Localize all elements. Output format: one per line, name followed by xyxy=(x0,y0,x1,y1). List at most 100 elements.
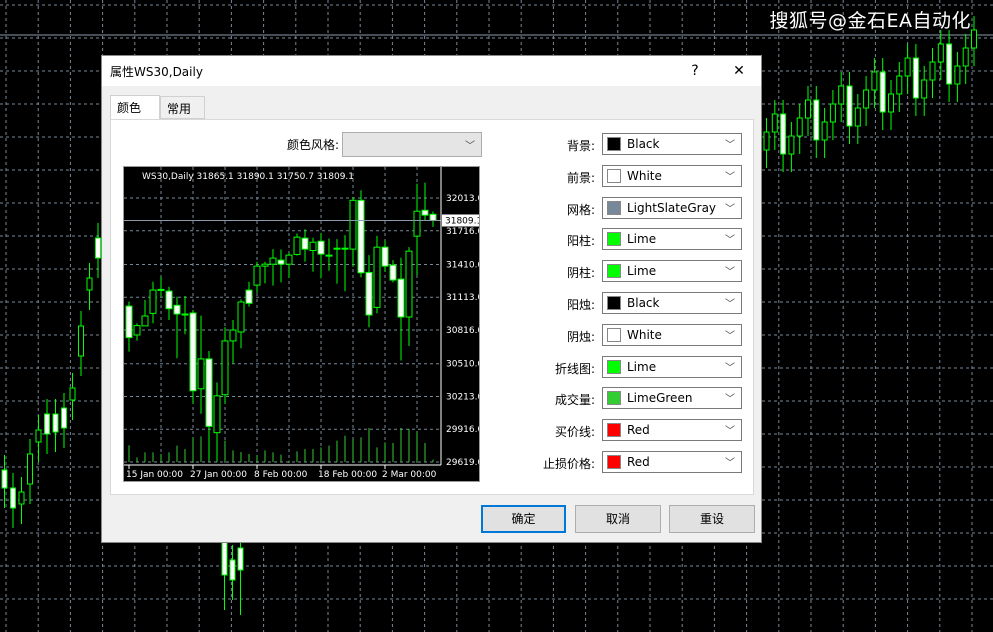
chevron-down-icon: ﹀ xyxy=(725,458,735,469)
color-scheme-select[interactable]: ﹀ xyxy=(342,132,482,157)
candle-body xyxy=(796,117,803,137)
price-tick-label: 30213.0 xyxy=(446,392,479,402)
candle-body xyxy=(389,264,397,281)
candle-body xyxy=(205,358,213,427)
chevron-down-icon: ﹀ xyxy=(725,267,735,279)
candle-body xyxy=(821,121,828,141)
color-select-value: LightSlateGray xyxy=(627,200,717,215)
candle-body xyxy=(261,263,269,267)
color-swatch xyxy=(607,327,621,342)
color-swatch xyxy=(607,264,621,279)
candle-body xyxy=(317,240,325,255)
candle-body xyxy=(405,250,413,318)
candle-body xyxy=(35,429,42,443)
candle-body xyxy=(1,469,8,489)
candle-body xyxy=(52,413,59,433)
candle-body xyxy=(237,547,244,571)
candle-body xyxy=(896,75,903,95)
candle-body xyxy=(301,237,309,250)
color-swatch xyxy=(607,423,621,438)
field-label: 买价线: xyxy=(554,425,595,440)
color-select-value: Red xyxy=(627,423,650,438)
candle-body xyxy=(229,329,237,342)
candle-body xyxy=(221,340,229,396)
watermark: 搜狐号@金石EA自动化 xyxy=(769,10,971,32)
color-select-value: White xyxy=(627,168,662,183)
color-select[interactable]: Lime ﹀ xyxy=(602,228,742,251)
chevron-down-icon: ﹀ xyxy=(725,171,735,183)
field-label: 成交量: xyxy=(554,393,595,408)
color-select[interactable]: White ﹀ xyxy=(602,164,742,187)
chevron-down-icon: ﹀ xyxy=(725,394,735,406)
candle-body xyxy=(937,43,944,63)
candle-body xyxy=(237,301,245,333)
field-label: 网格: xyxy=(566,202,595,217)
color-swatch xyxy=(607,455,621,469)
preview-chart-svg: 32013.0 31716.0 31410.0 31113.0 30816.0 30510… xyxy=(124,167,483,480)
candle-body xyxy=(357,199,365,274)
candle-body xyxy=(413,210,421,237)
candle-body xyxy=(165,290,173,310)
color-select[interactable]: Black ﹀ xyxy=(602,292,742,314)
color-select-value: Black xyxy=(627,137,660,151)
candle-body xyxy=(309,241,317,251)
field-label: 折线图: xyxy=(554,361,595,376)
chevron-down-icon: ﹀ xyxy=(725,330,735,342)
chevron-down-icon: ﹀ xyxy=(725,235,735,247)
candle-body xyxy=(888,93,894,113)
color-select[interactable]: Lime ﹀ xyxy=(602,355,742,378)
price-tick-label: 31716.0 xyxy=(446,227,479,237)
reset-button[interactable]: 重设 xyxy=(669,505,755,533)
help-icon[interactable]: ? xyxy=(684,60,706,82)
candle-body xyxy=(805,99,811,119)
candle-body xyxy=(788,135,795,155)
field-label: 背景: xyxy=(566,139,595,153)
price-tick-label: 30816.0 xyxy=(446,326,479,336)
price-tick-label: 31410.0 xyxy=(446,260,479,270)
properties-dialog: 属性WS30,Daily ? ✕ 颜色 常用 颜色风格: ﹀ 32013.0 31… xyxy=(101,55,762,543)
field-label: 止损价格: xyxy=(542,457,595,471)
preview-header: WS30,Daily 31865.1 31890.1 31750.7 31809… xyxy=(142,172,354,182)
color-select[interactable]: Black ﹀ xyxy=(602,133,742,155)
ok-button[interactable]: 确定 xyxy=(481,505,566,533)
candle-body xyxy=(197,358,205,390)
field-label: 前景: xyxy=(566,170,595,185)
candle-body xyxy=(27,453,33,485)
candle-body xyxy=(221,539,228,576)
candle-body xyxy=(829,103,836,123)
candle-body xyxy=(813,99,820,141)
chevron-down-icon: ﹀ xyxy=(725,362,735,374)
candle-body xyxy=(365,271,373,316)
candle-body xyxy=(954,65,961,85)
color-select[interactable]: LightSlateGray ﹀ xyxy=(602,196,742,219)
color-select[interactable]: LimeGreen ﹀ xyxy=(602,387,742,410)
chevron-down-icon: ﹀ xyxy=(465,141,475,152)
cancel-button[interactable]: 取消 xyxy=(575,505,661,533)
candle-body xyxy=(253,265,261,286)
candle-body xyxy=(78,325,84,357)
candle-body xyxy=(854,107,861,127)
candle-body xyxy=(245,289,253,304)
price-tick-label: 29619.0 xyxy=(446,458,479,468)
color-select[interactable]: Red ﹀ xyxy=(602,419,742,442)
tab-common[interactable]: 常用 xyxy=(160,96,205,119)
candle-body xyxy=(381,246,389,267)
date-label: 15 Jan 00:00 xyxy=(126,470,183,480)
candle-body xyxy=(921,79,928,99)
close-icon[interactable]: ✕ xyxy=(728,60,750,82)
chevron-down-icon: ﹀ xyxy=(725,299,735,310)
price-tick-label: 31113.0 xyxy=(446,293,479,303)
tab-colors[interactable]: 颜色 xyxy=(110,95,160,119)
candle-body xyxy=(962,47,969,67)
color-select[interactable]: Lime ﹀ xyxy=(602,260,742,283)
color-select[interactable]: White ﹀ xyxy=(602,323,742,346)
color-select-value: Lime xyxy=(627,264,657,279)
candle-body xyxy=(10,487,16,509)
candle-body xyxy=(863,89,870,109)
candle-body xyxy=(18,491,25,505)
candle-body xyxy=(44,413,50,435)
candle-body xyxy=(293,236,301,255)
chevron-down-icon: ﹀ xyxy=(725,203,735,215)
color-select[interactable]: Red ﹀ xyxy=(602,451,742,473)
candle-body xyxy=(325,254,333,257)
